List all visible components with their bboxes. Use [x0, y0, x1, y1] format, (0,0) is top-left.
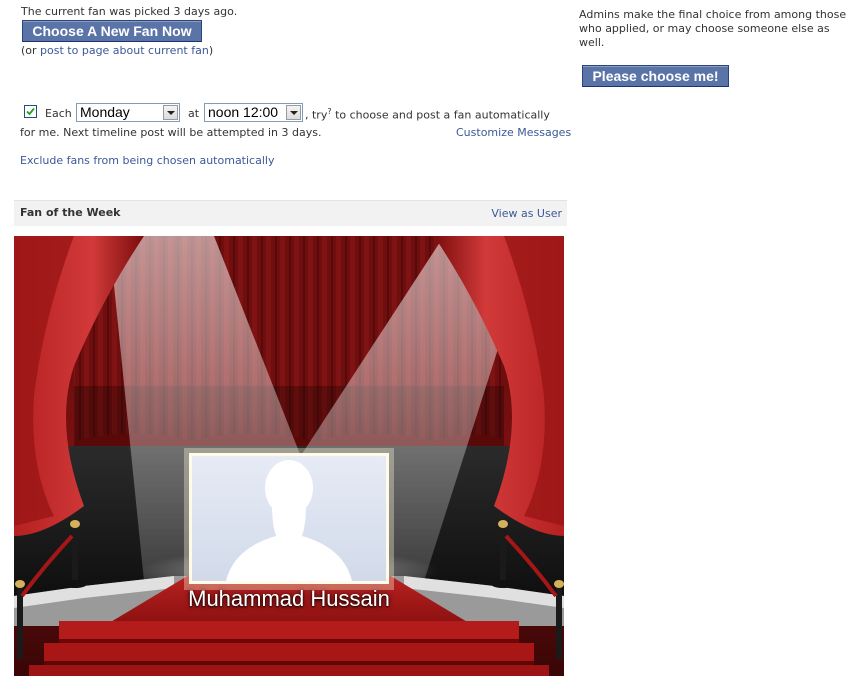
try-text: , try? to choose and post a fan automati…	[305, 107, 550, 122]
view-as-user-link[interactable]: View as User	[491, 207, 562, 220]
or-suffix: )	[208, 44, 214, 57]
checkmark-icon	[26, 107, 35, 116]
post-to-page-link[interactable]: post to page about current fan	[40, 44, 209, 57]
day-select[interactable]: Monday	[76, 103, 180, 122]
admin-note: Admins make the final choice from among …	[579, 8, 846, 50]
fan-of-week-stage: Muhammad Hussain	[14, 236, 564, 676]
admin-note-line: who applied, or may choose someone else …	[579, 22, 830, 35]
choose-new-fan-button[interactable]: Choose A New Fan Now	[22, 20, 202, 42]
fan-name-label: Muhammad Hussain	[188, 586, 390, 611]
time-select[interactable]: noon 12:00	[204, 103, 303, 122]
please-choose-me-button[interactable]: Please choose me!	[582, 65, 729, 87]
chevron-down-icon[interactable]	[286, 105, 301, 120]
admin-note-line: Admins make the final choice from among …	[579, 8, 847, 21]
auto-choose-checkbox[interactable]	[24, 105, 37, 118]
customize-messages-link[interactable]: Customize Messages	[456, 126, 571, 139]
day-select-value: Monday	[80, 104, 130, 120]
exclude-fans-link[interactable]: Exclude fans from being chosen automatic…	[20, 154, 274, 167]
try-suffix: to choose and post a fan automatically	[331, 108, 550, 122]
each-label: Each	[45, 107, 72, 120]
admin-note-line: well.	[579, 36, 605, 49]
at-label: at	[188, 107, 200, 120]
next-post-text: for me. Next timeline post will be attem…	[20, 126, 322, 139]
or-prefix: (or	[21, 44, 41, 57]
current-fan-text: The current fan was picked 3 days ago.	[21, 5, 238, 18]
section-title: Fan of the Week	[20, 206, 121, 219]
chevron-down-icon[interactable]	[163, 105, 178, 120]
time-select-value: noon 12:00	[208, 104, 279, 120]
section-header: Fan of the Week View as User	[14, 200, 567, 226]
post-about-fan-line: (or post to page about current fan)	[21, 44, 213, 57]
try-prefix: , try	[305, 108, 328, 122]
